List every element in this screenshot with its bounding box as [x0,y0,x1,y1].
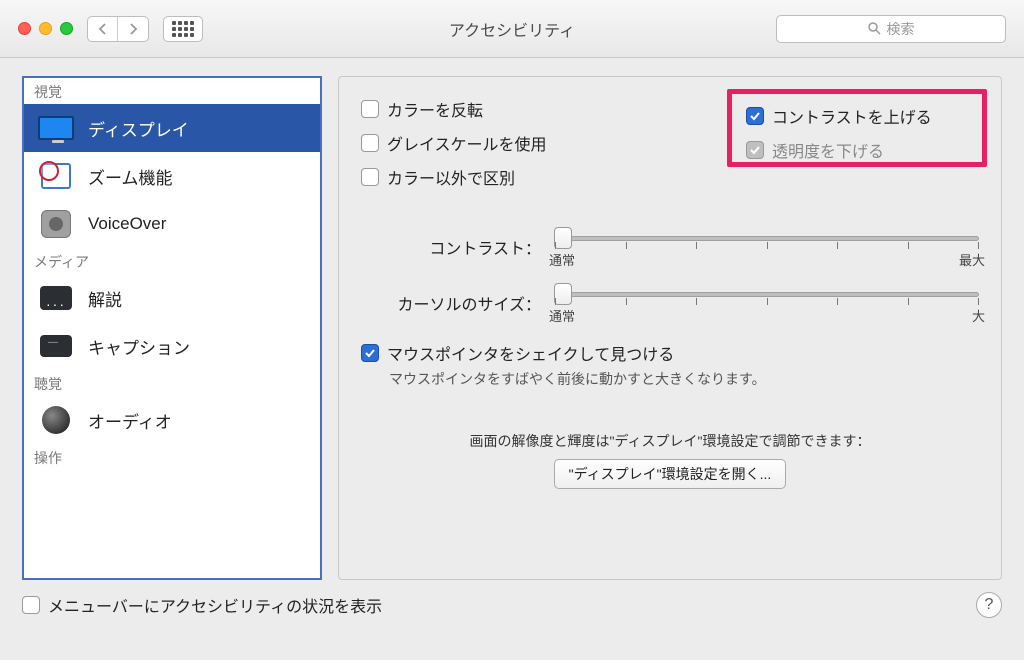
nav-back-forward [87,16,149,42]
checkbox-icon [361,100,379,118]
checkbox-shake-to-locate[interactable]: マウスポインタをシェイクして見つける [361,341,979,365]
sidebar-item-captions[interactable]: キャプション [24,322,320,370]
sidebar-item-zoom[interactable]: ズーム機能 [24,152,320,200]
display-icon [38,114,74,142]
checkbox-invert-colors[interactable]: カラーを反転 [361,97,547,121]
voiceover-icon [38,210,74,238]
checkbox-show-in-menubar[interactable]: メニューバーにアクセシビリティの状況を表示 [22,593,382,617]
checkbox-label: マウスポインタをシェイクして見つける [387,341,674,365]
help-icon: ? [985,596,994,614]
search-icon [868,22,881,35]
zoom-window-icon[interactable] [60,22,73,35]
search-field[interactable]: 検索 [776,15,1006,43]
checkbox-label: グレイスケールを使用 [387,131,547,155]
footer: メニューバーにアクセシビリティの状況を表示 ? [0,592,1024,618]
sidebar-item-audio[interactable]: オーディオ [24,396,320,444]
sidebar-section-visual: 視覚 [24,78,320,104]
sidebar-item-label: ディスプレイ [88,116,189,141]
sidebar-section-hearing: 聴覚 [24,370,320,396]
checkbox-icon [361,344,379,362]
contrast-slider[interactable]: 通常 最大 [555,236,979,259]
sidebar-section-media: メディア [24,248,320,274]
cursor-size-slider[interactable]: 通常 大 [555,292,979,315]
window-controls [18,22,73,35]
window-title: アクセシビリティ [449,17,575,41]
audio-icon [38,406,74,434]
back-button[interactable] [88,17,118,41]
highlight-annotation: コントラストを上げる 透明度を下げる [727,89,987,167]
minimize-icon[interactable] [39,22,52,35]
checkbox-use-grayscale[interactable]: グレイスケールを使用 [361,131,547,155]
main-panel: カラーを反転 グレイスケールを使用 カラー以外で区別 コントラストを上げる [338,76,1002,580]
checkbox-reduce-transparency[interactable]: 透明度を下げる [746,138,968,162]
open-display-prefs-button[interactable]: "ディスプレイ"環境設定を開く... [554,459,787,489]
checkbox-label: 透明度を下げる [772,138,884,162]
checkbox-increase-contrast[interactable]: コントラストを上げる [746,104,968,128]
sidebar-item-label: キャプション [88,334,190,359]
checkbox-icon [361,134,379,152]
checkbox-label: カラーを反転 [387,97,483,121]
checkbox-icon [746,107,764,125]
sidebar-item-label: ズーム機能 [88,164,173,189]
slider-max-label: 最大 [959,250,985,269]
contrast-label: コントラスト： [361,235,541,259]
shake-subtitle: マウスポインタをすばやく前後に動かすと大きくなります。 [389,369,979,389]
checkbox-icon [361,168,379,186]
sidebar-item-descriptions[interactable]: 解説 [24,274,320,322]
show-all-button[interactable] [163,16,203,42]
sidebar-section-interaction: 操作 [24,444,320,470]
forward-button[interactable] [118,17,148,41]
checkbox-label: コントラストを上げる [772,104,932,128]
sidebar-item-display[interactable]: ディスプレイ [24,104,320,152]
button-label: "ディスプレイ"環境設定を開く... [569,466,772,482]
slider-min-label: 通常 [549,306,575,325]
slider-max-label: 大 [972,306,985,325]
sidebar-item-label: 解説 [88,286,122,311]
sidebar: 視覚 ディスプレイ ズーム機能 VoiceOver メディア 解説 キャプション… [22,76,322,580]
sidebar-item-label: オーディオ [88,408,172,433]
grid-icon [172,21,194,37]
slider-min-label: 通常 [549,250,575,269]
descriptions-icon [38,284,74,312]
help-button[interactable]: ? [976,592,1002,618]
zoom-icon [38,162,74,190]
display-hint: 画面の解像度と輝度は"ディスプレイ"環境設定で調節できます： [361,431,979,451]
sidebar-item-label: VoiceOver [88,214,166,234]
checkbox-icon [746,141,764,159]
checkbox-label: メニューバーにアクセシビリティの状況を表示 [48,593,382,617]
checkbox-differentiate-without-color[interactable]: カラー以外で区別 [361,165,547,189]
checkbox-label: カラー以外で区別 [387,165,515,189]
checkbox-icon [22,596,40,614]
close-icon[interactable] [18,22,31,35]
cursor-size-label: カーソルのサイズ： [361,291,541,315]
titlebar: アクセシビリティ 検索 [0,0,1024,58]
search-placeholder: 検索 [887,19,915,39]
sidebar-item-voiceover[interactable]: VoiceOver [24,200,320,248]
captions-icon [38,332,74,360]
